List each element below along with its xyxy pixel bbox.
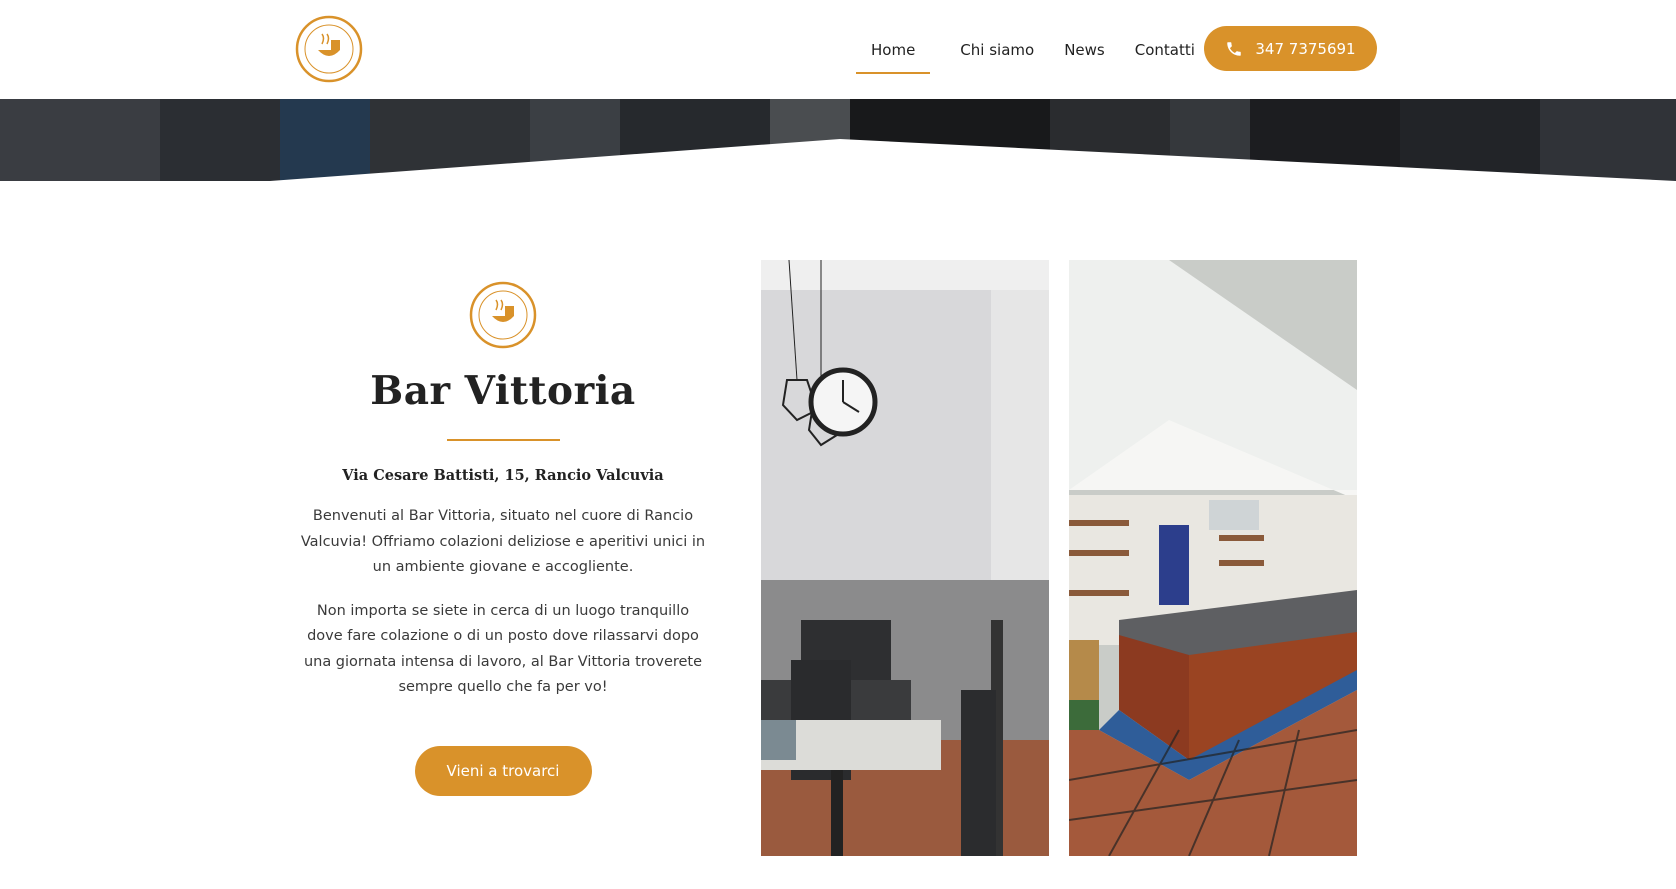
phone-icon (1227, 41, 1242, 56)
phone-button[interactable]: 347 7375691 (1204, 26, 1377, 71)
phone-number: 347 7375691 (1255, 39, 1356, 58)
nav-home[interactable]: Home (856, 40, 931, 74)
title-divider (446, 439, 560, 441)
address: Via Cesare Battisti, 15, Rancio Valcuvia (342, 467, 664, 484)
interior-photo-bar-counter (1069, 260, 1357, 856)
bar-vittoria-emblem (469, 281, 537, 349)
page-title: Bar Vittoria (370, 368, 636, 414)
welcome-paragraph: Benvenuti al Bar Vittoria, situato nel c… (300, 508, 706, 575)
main-nav: Home Chi siamo News Contatti (856, 0, 1225, 99)
hero-image-strip (0, 99, 1676, 181)
visit-us-button[interactable]: Vieni a trovarci (414, 745, 592, 796)
description-paragraph: Non importa se siete in cerca di un luog… (303, 602, 703, 696)
bar-vittoria-logo[interactable] (294, 14, 364, 84)
nav-contatti[interactable]: Contatti (1135, 40, 1195, 60)
nav-chi-siamo[interactable]: Chi siamo (960, 40, 1034, 60)
nav-news[interactable]: News (1064, 40, 1105, 60)
interior-photo-clock (761, 260, 1049, 856)
site-header: Home Chi siamo News Contatti 347 7375691 (0, 0, 1676, 99)
intro-section: Bar Vittoria Via Cesare Battisti, 15, Ra… (300, 280, 706, 796)
